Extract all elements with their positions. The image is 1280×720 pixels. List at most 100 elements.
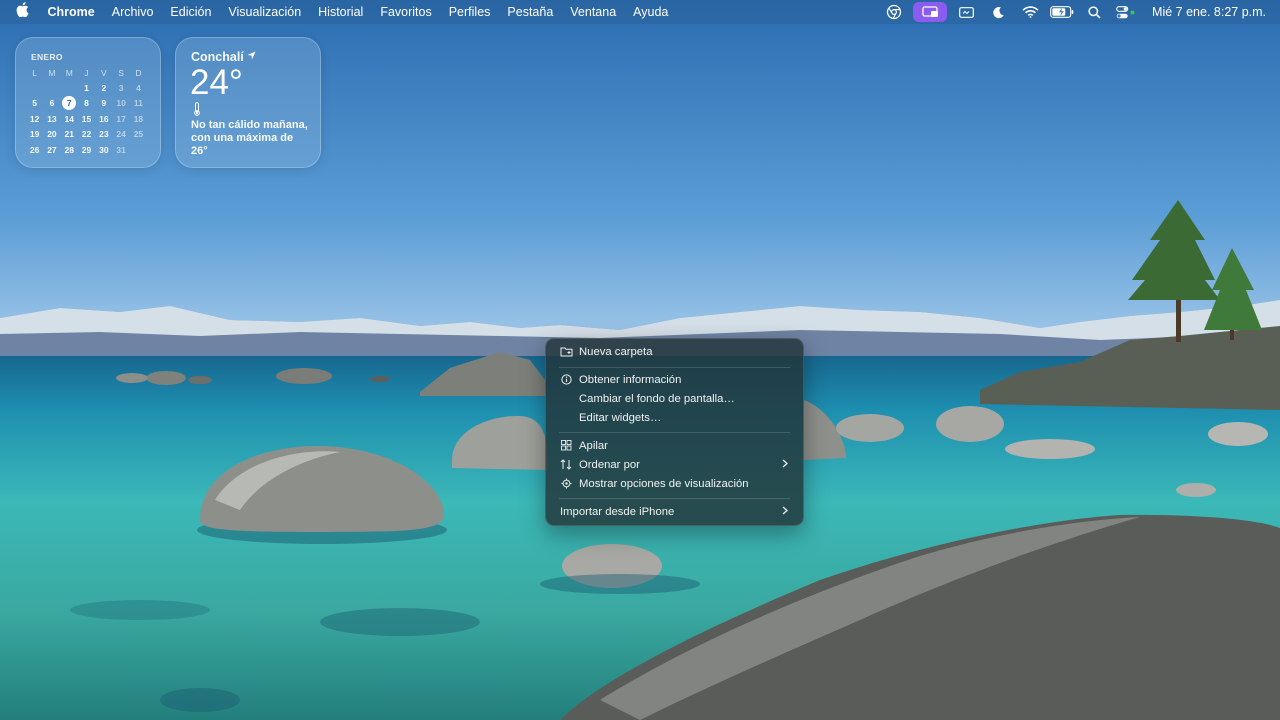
menu-perfiles[interactable]: Perfiles [440,0,499,24]
spotlight-search-icon[interactable] [1078,0,1110,24]
screen-mirroring-icon[interactable] [913,2,948,22]
thermometer-icon [193,102,201,119]
calendar-day [61,80,78,95]
menu-favoritos[interactable]: Favoritos [372,0,440,24]
sort-icon [555,459,577,470]
calendar-day: 3 [118,83,124,94]
calendar-day: 24 [116,129,126,140]
calendar-day: 11 [133,98,143,109]
calendar-month: ENERO [31,52,63,62]
calendar-grid: L M M J V S D 1 2 3 4 5 6 7 8 9 10 11 12 [26,65,147,157]
weekday-label: V [101,67,107,78]
menu-item-importar-iphone[interactable]: Importar desde iPhone [551,502,798,521]
menu-ayuda[interactable]: Ayuda [625,0,677,24]
calendar-day: 22 [81,129,92,140]
chrome-profile-icon[interactable] [878,0,910,24]
calendar-day [130,142,147,157]
focus-moon-icon[interactable] [982,0,1014,24]
calendar-day: 15 [81,113,92,124]
menu-item-cambiar-fondo[interactable]: Cambiar el fondo de pantalla… [551,389,798,408]
chevron-right-icon [782,459,788,471]
calendar-day-today: 7 [61,96,78,111]
calendar-day: 6 [49,98,55,109]
menu-pestana[interactable]: Pestaña [499,0,562,24]
menu-item-nueva-carpeta[interactable]: Nueva carpeta [551,342,798,361]
weekday-label: L [32,67,38,78]
menu-edicion[interactable]: Edición [162,0,220,24]
weekday-label: M [65,67,73,78]
calendar-day [26,80,43,95]
calendar-day: 2 [101,83,107,94]
view-options-icon [555,478,577,489]
menu-item-ordenar-por[interactable]: Ordenar por [551,455,798,474]
weekday-label: S [118,67,124,78]
weather-widget[interactable]: Conchalí 24° No tan cálido mañana, con u… [175,37,321,168]
weather-location-label: Conchalí [191,50,244,64]
calendar-day: 5 [32,98,38,109]
weekday-label: J [84,67,89,78]
menu-bar: Chrome Archivo Edición Visualización His… [0,0,1280,24]
menu-item-label: Importar desde iPhone [560,505,675,518]
menu-item-apilar[interactable]: Apilar [551,436,798,455]
menu-item-label: Editar widgets… [579,411,662,424]
calendar-day: 25 [133,129,144,140]
weather-location: Conchalí [191,50,256,64]
menu-item-editar-widgets[interactable]: Editar widgets… [551,408,798,427]
calendar-day: 20 [47,129,57,140]
calendar-day: 16 [99,113,109,124]
calendar-day: 27 [47,144,57,155]
chevron-right-icon [782,506,788,518]
display-icon[interactable] [950,0,982,24]
menu-item-label: Apilar [579,439,608,452]
calendar-day: 10 [116,98,126,109]
menu-app-chrome[interactable]: Chrome [39,0,103,24]
calendar-day: 19 [29,129,40,140]
stack-icon [555,440,577,451]
calendar-day: 26 [29,144,40,155]
calendar-day: 18 [133,113,144,124]
calendar-day: 17 [116,113,126,124]
location-arrow-icon [247,51,256,60]
menu-archivo[interactable]: Archivo [103,0,162,24]
wifi-icon[interactable] [1014,0,1046,24]
menu-historial[interactable]: Historial [310,0,372,24]
menu-item-label: Nueva carpeta [579,345,653,358]
calendar-day: 28 [64,144,74,155]
calendar-day: 1 [84,83,89,94]
weekday-label: D [135,67,142,78]
control-center-icon[interactable] [1110,0,1142,24]
menu-item-label: Ordenar por [579,458,640,471]
calendar-widget[interactable]: ENERO L M M J V S D 1 2 3 4 5 6 7 8 9 10… [15,37,161,168]
weather-temperature: 24° [190,63,243,102]
apple-menu-icon[interactable] [0,0,39,24]
menu-item-obtener-informacion[interactable]: Obtener información [551,370,798,389]
calendar-day: 14 [64,113,74,124]
calendar-day: 13 [47,113,57,124]
menu-item-mostrar-opciones[interactable]: Mostrar opciones de visualización [551,474,798,493]
calendar-day: 29 [81,144,92,155]
menu-visualizacion[interactable]: Visualización [220,0,310,24]
menu-separator [559,367,790,368]
calendar-day: 8 [84,98,89,109]
menu-item-label: Cambiar el fondo de pantalla… [579,392,735,405]
calendar-day [43,80,60,95]
calendar-day: 23 [99,129,109,140]
calendar-day: 30 [99,144,109,155]
info-icon [555,374,577,385]
menu-separator [559,498,790,499]
menu-ventana[interactable]: Ventana [562,0,625,24]
menu-separator [559,432,790,433]
menu-item-label: Mostrar opciones de visualización [579,477,749,490]
battery-icon[interactable] [1046,0,1078,24]
weather-description: No tan cálido mañana, con una máxima de … [191,119,308,157]
weekday-label: M [48,67,56,78]
calendar-day: 9 [101,98,107,109]
calendar-day: 31 [116,144,126,155]
new-folder-icon [555,346,577,357]
menubar-clock[interactable]: Mié 7 ene. 8:27 p.m. [1142,5,1270,19]
today-marker: 7 [62,96,77,111]
calendar-day: 21 [64,129,74,140]
menu-item-label: Obtener información [579,373,682,386]
desktop-context-menu: Nueva carpeta Obtener información Cambia… [545,338,804,526]
calendar-day: 4 [136,83,141,94]
